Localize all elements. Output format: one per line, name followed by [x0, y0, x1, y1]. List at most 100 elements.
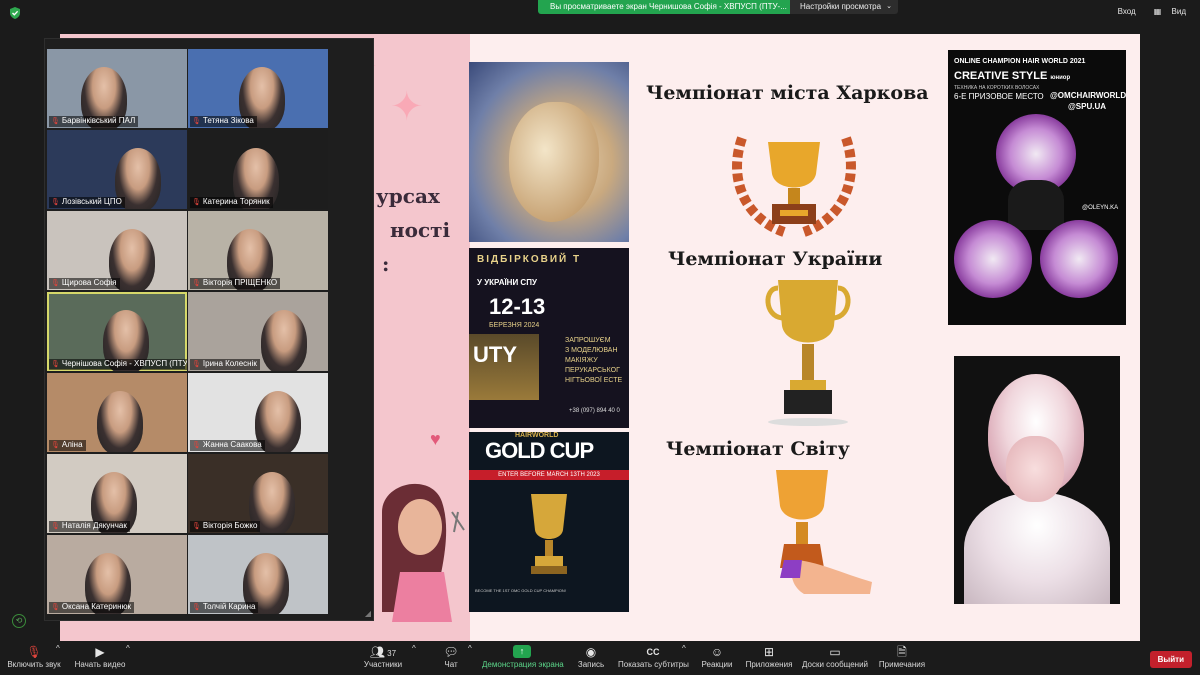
- participant-tile[interactable]: 🎙︎ Лозівський ЦПО: [47, 130, 187, 209]
- sign-in-button[interactable]: Вход: [1114, 4, 1140, 19]
- participant-name-label: 🎙︎ Щирова Софія: [49, 278, 120, 289]
- participant-name: Вікторія Божко: [202, 521, 258, 530]
- microphone-muted-icon: 🎙︎: [192, 280, 201, 287]
- microphone-muted-icon: 🎙︎: [192, 118, 201, 125]
- participant-tile[interactable]: 🎙︎ Катерина Торяник: [188, 130, 328, 209]
- championship-ukraine-title: Чемпіонат України: [668, 248, 883, 270]
- shield-icon[interactable]: [8, 6, 22, 20]
- gold-cup-poster: HAIRWORLD GOLD CUP ENTER BEFORE MARCH 13…: [469, 432, 629, 612]
- creative-credit: @OLEYN.KA: [1082, 205, 1119, 211]
- poster-deadline: ENTER BEFORE MARCH 13TH 2023: [469, 470, 629, 480]
- participant-name: Ірина Колеснік: [202, 359, 257, 368]
- participant-name-label: 🎙︎ Аліна: [49, 440, 86, 451]
- captions-label: Показать субтитры: [618, 660, 689, 669]
- participant-name-label: 🎙︎ Вікторія Божко: [190, 521, 261, 532]
- record-label: Запись: [577, 660, 605, 669]
- championship-city-title: Чемпіонат міста Харкова: [646, 82, 929, 104]
- connection-status-icon: ⟲: [12, 614, 26, 628]
- chat-button[interactable]: 💬︎ Чат: [438, 644, 464, 669]
- participant-name: Жанна Саакова: [202, 440, 262, 449]
- participant-tile[interactable]: 🎙︎ Жанна Саакова: [188, 373, 328, 452]
- laurel-trophy-icon: [732, 136, 856, 237]
- chevron-up-icon[interactable]: ^: [126, 644, 130, 653]
- participant-tile[interactable]: 🎙︎ Барвінківський ПАЛ: [47, 49, 187, 128]
- creative-style-photo: ONLINE CHAMPION HAIR WORLD 2021 CREATIVE…: [948, 50, 1126, 325]
- share-screen-button[interactable]: ↑ Демонстрация экрана: [482, 644, 564, 669]
- grid-icon: ▦: [1153, 7, 1164, 16]
- whiteboard-icon: ▭: [829, 645, 841, 659]
- participant-name: Наталія Дякунчак: [61, 521, 127, 530]
- participant-name-label: 🎙︎ Жанна Саакова: [190, 440, 265, 451]
- creative-title: CREATIVE STYLE юниор: [954, 70, 1071, 82]
- chevron-up-icon[interactable]: ^: [56, 644, 60, 653]
- apps-icon: ⊞: [763, 645, 775, 659]
- creative-tech: ТЕХНИКА НА КОРОТКИХ ВОЛОСАХ: [954, 85, 1040, 91]
- slide-text-line: урсах: [376, 184, 440, 208]
- view-button-label: Вид: [1171, 7, 1186, 16]
- participant-tile[interactable]: 🎙︎ Щирова Софія: [47, 211, 187, 290]
- poster-phone: +38 (097) 894 40 0: [569, 408, 620, 414]
- participant-video: [97, 391, 143, 452]
- record-button[interactable]: ◉ Запись: [574, 644, 608, 669]
- notes-label: Примечания: [878, 660, 926, 669]
- creative-line1: ONLINE CHAMPION HAIR WORLD 2021: [954, 58, 1086, 65]
- poster-title: GOLD CUP: [485, 438, 594, 463]
- participant-tile[interactable]: 🎙︎ Тетяна Зікова: [188, 49, 328, 128]
- top-right-controls: Вход ▦ Вид: [1114, 4, 1194, 19]
- microphone-muted-icon: 🎙︎: [51, 523, 60, 530]
- notes-button[interactable]: 🗎︎ Примечания: [876, 644, 928, 669]
- share-screen-icon: ↑: [513, 645, 531, 658]
- unmute-button[interactable]: 🎙︎ Включить звук: [6, 644, 62, 669]
- chevron-up-icon[interactable]: ^: [412, 644, 416, 653]
- participant-tile[interactable]: 🎙︎ Вікторія Божко: [188, 454, 328, 533]
- poster-heading: ВІДБІРКОВИЙ Т: [477, 254, 582, 265]
- captions-icon: CC: [646, 647, 660, 657]
- reactions-button[interactable]: ☺ Реакции: [700, 644, 734, 669]
- gold-trophy-icon: [765, 280, 851, 426]
- participant-tile[interactable]: 🎙︎ Аліна: [47, 373, 187, 452]
- notes-icon: 🗎︎: [897, 645, 907, 659]
- chevron-up-icon[interactable]: ^: [468, 644, 472, 653]
- poster-subheading: У УКРАЇНИ СПУ: [477, 278, 537, 287]
- participant-name-label: 🎙︎ Ірина Колеснік: [190, 359, 260, 370]
- participant-tile[interactable]: 🎙︎ Ірина Колеснік: [188, 292, 328, 371]
- apps-button[interactable]: ⊞ Приложения: [744, 644, 794, 669]
- chevron-up-icon[interactable]: ^: [682, 644, 686, 653]
- leave-button[interactable]: Выйти: [1149, 651, 1192, 668]
- participant-name-label: 🎙︎ Оксана Катеринюк: [49, 602, 135, 613]
- slide-text-line: :: [382, 252, 390, 276]
- participant-tile[interactable]: 🎙︎ Чернішова Софія - ХВПУСП (ПТУ-...: [47, 292, 187, 371]
- video-gallery-panel[interactable]: 🎙︎ Барвінківський ПАЛ 🎙︎ Тетяна Зікова 🎙︎ Лоз…: [44, 38, 374, 621]
- hairstyle-photo: [469, 62, 629, 242]
- participant-name-label: 🎙︎ Чернішова Софія - ХВПУСП (ПТУ-...: [49, 359, 187, 370]
- heart-icon: ♥: [430, 429, 441, 449]
- microphone-muted-icon: 🎙︎: [51, 280, 60, 287]
- resize-handle-icon[interactable]: ◢: [365, 609, 371, 618]
- participants-count: 37: [387, 649, 397, 658]
- participant-name-label: 🎙︎ Наталія Дякунчак: [49, 521, 130, 532]
- zoom-window: Вы просматриваете экран Чернишова Софія …: [0, 0, 1200, 675]
- whiteboards-label: Доски сообщений: [801, 660, 868, 669]
- girl-illustration: [382, 483, 465, 622]
- whiteboards-button[interactable]: ▭ Доски сообщений: [800, 644, 870, 669]
- view-settings-button[interactable]: Настройки просмотра ⌄: [790, 0, 898, 14]
- chat-icon: 💬︎: [443, 645, 459, 659]
- participant-name: Тетяна Зікова: [202, 116, 254, 125]
- top-bar: Вы просматриваете экран Чернишова Софія …: [0, 0, 1200, 34]
- participants-icon: 👥︎ 37: [369, 645, 397, 659]
- poster-dates: 12-13: [489, 294, 546, 319]
- start-video-button[interactable]: ▶︎ Начать видео: [74, 644, 126, 669]
- creative-handles: @OMCHAIRWORLD @SPU.UA: [1050, 91, 1126, 111]
- participant-tile[interactable]: 🎙︎ Наталія Дякунчак: [47, 454, 187, 533]
- meeting-toolbar: 🎙︎ Включить звук ^ ▶︎ Начать видео ^ 👥︎ 3…: [0, 641, 1200, 675]
- participants-button[interactable]: 👥︎ 37 Участники: [360, 644, 406, 669]
- view-button[interactable]: ▦ Вид: [1146, 4, 1194, 19]
- participant-tile[interactable]: 🎙︎ Толчій Карина: [188, 535, 328, 614]
- captions-button[interactable]: CC Показать субтитры: [618, 644, 689, 669]
- apps-label: Приложения: [745, 660, 793, 669]
- microphone-muted-icon: 🎙︎: [51, 604, 60, 611]
- microphone-muted-icon: 🎙︎: [192, 199, 201, 206]
- participant-tile[interactable]: 🎙︎ Вікторія ПРІЩЕНКО: [188, 211, 328, 290]
- participant-tile[interactable]: 🎙︎ Оксана Катеринюк: [47, 535, 187, 614]
- participant-name: Щирова Софія: [61, 278, 117, 287]
